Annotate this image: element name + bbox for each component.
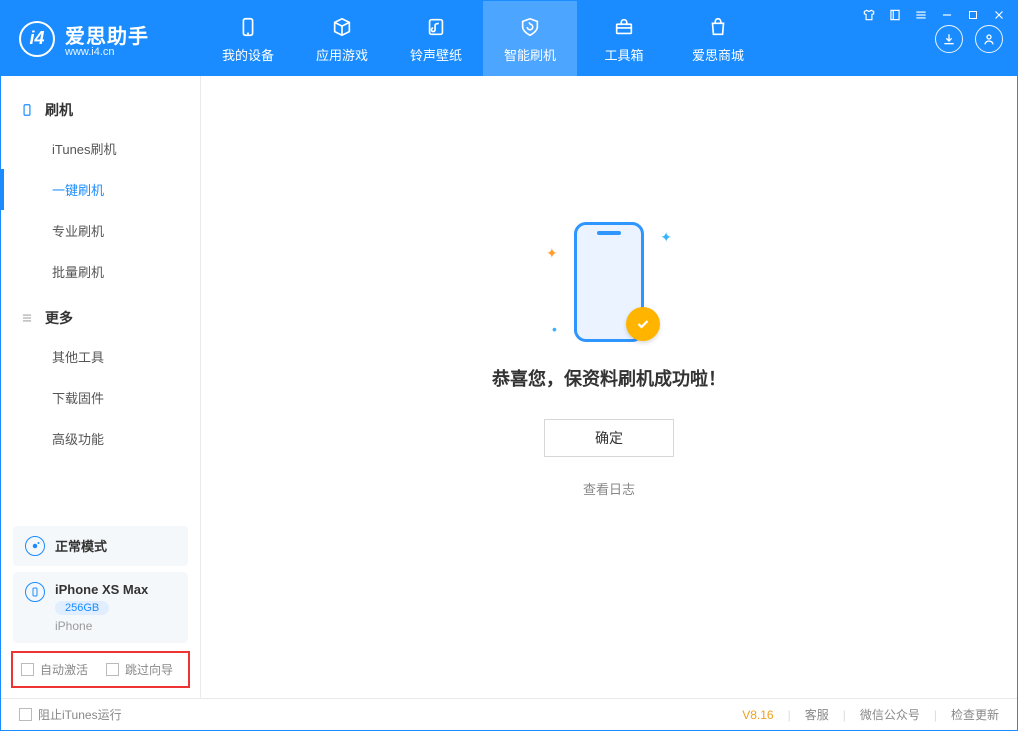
check-badge-icon: [626, 307, 660, 341]
checkbox-label: 自动激活: [40, 661, 88, 678]
device-card[interactable]: iPhone XS Max 256GB iPhone: [13, 572, 188, 643]
mode-card[interactable]: 正常模式: [13, 526, 188, 566]
view-log-link[interactable]: 查看日志: [583, 479, 635, 498]
toolbox-icon: [610, 13, 638, 41]
app-window: i4 爱思助手 www.i4.cn 我的设备 应用游戏 铃声壁纸 智能刷机: [0, 0, 1018, 731]
sidebar-group-flash: 刷机: [1, 84, 200, 128]
service-link[interactable]: 客服: [805, 706, 829, 723]
menu-icon[interactable]: [913, 7, 929, 23]
header-tabs: 我的设备 应用游戏 铃声壁纸 智能刷机 工具箱 爱思商城: [201, 1, 765, 76]
minimize-button[interactable]: [939, 7, 955, 23]
tab-label: 智能刷机: [504, 45, 556, 64]
status-bar: 阻止iTunes运行 V8.16 | 客服 | 微信公众号 | 检查更新: [1, 698, 1017, 730]
sidebar-group-more: 更多: [1, 292, 200, 336]
checkbox-label: 跳过向导: [125, 661, 173, 678]
tab-label: 应用游戏: [316, 45, 368, 64]
sidebar-item-label: iTunes刷机: [52, 142, 117, 157]
maximize-button[interactable]: [965, 7, 981, 23]
status-right: V8.16 | 客服 | 微信公众号 | 检查更新: [742, 706, 999, 723]
body: 刷机 iTunes刷机 一键刷机 专业刷机 批量刷机 更多 其他工具 下载固件 …: [1, 76, 1017, 698]
tab-ring[interactable]: 铃声壁纸: [389, 1, 483, 76]
logo[interactable]: i4 爱思助手 www.i4.cn: [1, 20, 201, 58]
phone-icon: [234, 13, 262, 41]
sidebar-item-label: 其他工具: [52, 350, 104, 365]
group-title: 更多: [45, 308, 73, 328]
update-link[interactable]: 检查更新: [951, 706, 999, 723]
tab-flash[interactable]: 智能刷机: [483, 1, 577, 76]
mode-icon: [25, 536, 45, 556]
divider: |: [788, 708, 791, 722]
window-controls: [861, 7, 1007, 23]
sidebar-bottom: 正常模式 iPhone XS Max 256GB iPhone 自动激活: [1, 520, 200, 698]
bag-icon: [704, 13, 732, 41]
header-right: [935, 25, 1017, 53]
divider: |: [934, 708, 937, 722]
tab-apps[interactable]: 应用游戏: [295, 1, 389, 76]
close-button[interactable]: [991, 7, 1007, 23]
sidebar-item-label: 高级功能: [52, 432, 104, 447]
sidebar-item-other[interactable]: 其他工具: [1, 336, 200, 377]
list-icon: [19, 310, 35, 326]
logo-icon: i4: [19, 21, 55, 57]
wechat-link[interactable]: 微信公众号: [860, 706, 920, 723]
sidebar-item-label: 专业刷机: [52, 224, 104, 239]
main-content: ✦ ✦ • 恭喜您，保资料刷机成功啦！ 确定 查看日志: [201, 76, 1017, 698]
cube-icon: [328, 13, 356, 41]
ok-button[interactable]: 确定: [544, 419, 674, 457]
checkbox-icon: [106, 663, 119, 676]
phone-icon: [19, 102, 35, 118]
group-title: 刷机: [45, 100, 73, 120]
sidebar-item-label: 批量刷机: [52, 265, 104, 280]
device-sub: iPhone: [55, 619, 148, 633]
tab-label: 我的设备: [222, 45, 274, 64]
sparkle-icon: ✦: [660, 229, 672, 246]
device-info: iPhone XS Max 256GB iPhone: [55, 582, 148, 633]
success-illustration: ✦ ✦ •: [544, 217, 674, 347]
tab-store[interactable]: 爱思商城: [671, 1, 765, 76]
sidebar: 刷机 iTunes刷机 一键刷机 专业刷机 批量刷机 更多 其他工具 下载固件 …: [1, 76, 201, 698]
checkbox-icon: [19, 708, 32, 721]
mode-label: 正常模式: [55, 536, 107, 555]
success-text: 恭喜您，保资料刷机成功啦！: [492, 365, 726, 391]
book-icon[interactable]: [887, 7, 903, 23]
tab-label: 爱思商城: [692, 45, 744, 64]
device-capacity: 256GB: [55, 601, 109, 615]
checkbox-label: 阻止iTunes运行: [38, 706, 122, 723]
tab-tools[interactable]: 工具箱: [577, 1, 671, 76]
sparkle-icon: ✦: [546, 245, 558, 262]
device-icon: [25, 582, 45, 602]
checkbox-block-itunes[interactable]: 阻止iTunes运行: [19, 706, 122, 723]
logo-text: 爱思助手 www.i4.cn: [65, 20, 149, 58]
tab-device[interactable]: 我的设备: [201, 1, 295, 76]
sidebar-item-label: 一键刷机: [52, 183, 104, 198]
sidebar-item-adv[interactable]: 高级功能: [1, 418, 200, 459]
checkbox-skip-guide[interactable]: 跳过向导: [106, 661, 173, 678]
sidebar-scroll: 刷机 iTunes刷机 一键刷机 专业刷机 批量刷机 更多 其他工具 下载固件 …: [1, 76, 200, 520]
music-icon: [422, 13, 450, 41]
sidebar-item-label: 下载固件: [52, 391, 104, 406]
sidebar-item-itunes[interactable]: iTunes刷机: [1, 128, 200, 169]
shirt-icon[interactable]: [861, 7, 877, 23]
sidebar-item-pro[interactable]: 专业刷机: [1, 210, 200, 251]
checkbox-auto-activate[interactable]: 自动激活: [21, 661, 88, 678]
checkbox-icon: [21, 663, 34, 676]
sidebar-item-onekey[interactable]: 一键刷机: [1, 169, 200, 210]
version-label: V8.16: [742, 708, 773, 722]
user-button[interactable]: [975, 25, 1003, 53]
app-url: www.i4.cn: [65, 46, 149, 58]
sidebar-item-batch[interactable]: 批量刷机: [1, 251, 200, 292]
tab-label: 工具箱: [604, 45, 643, 64]
sparkle-icon: •: [552, 321, 557, 337]
app-name: 爱思助手: [65, 20, 149, 49]
bottom-check-row: 自动激活 跳过向导: [11, 651, 190, 688]
refresh-shield-icon: [516, 13, 544, 41]
sidebar-item-fw[interactable]: 下载固件: [1, 377, 200, 418]
tab-label: 铃声壁纸: [410, 45, 462, 64]
device-name: iPhone XS Max: [55, 582, 148, 597]
divider: |: [843, 708, 846, 722]
download-button[interactable]: [935, 25, 963, 53]
